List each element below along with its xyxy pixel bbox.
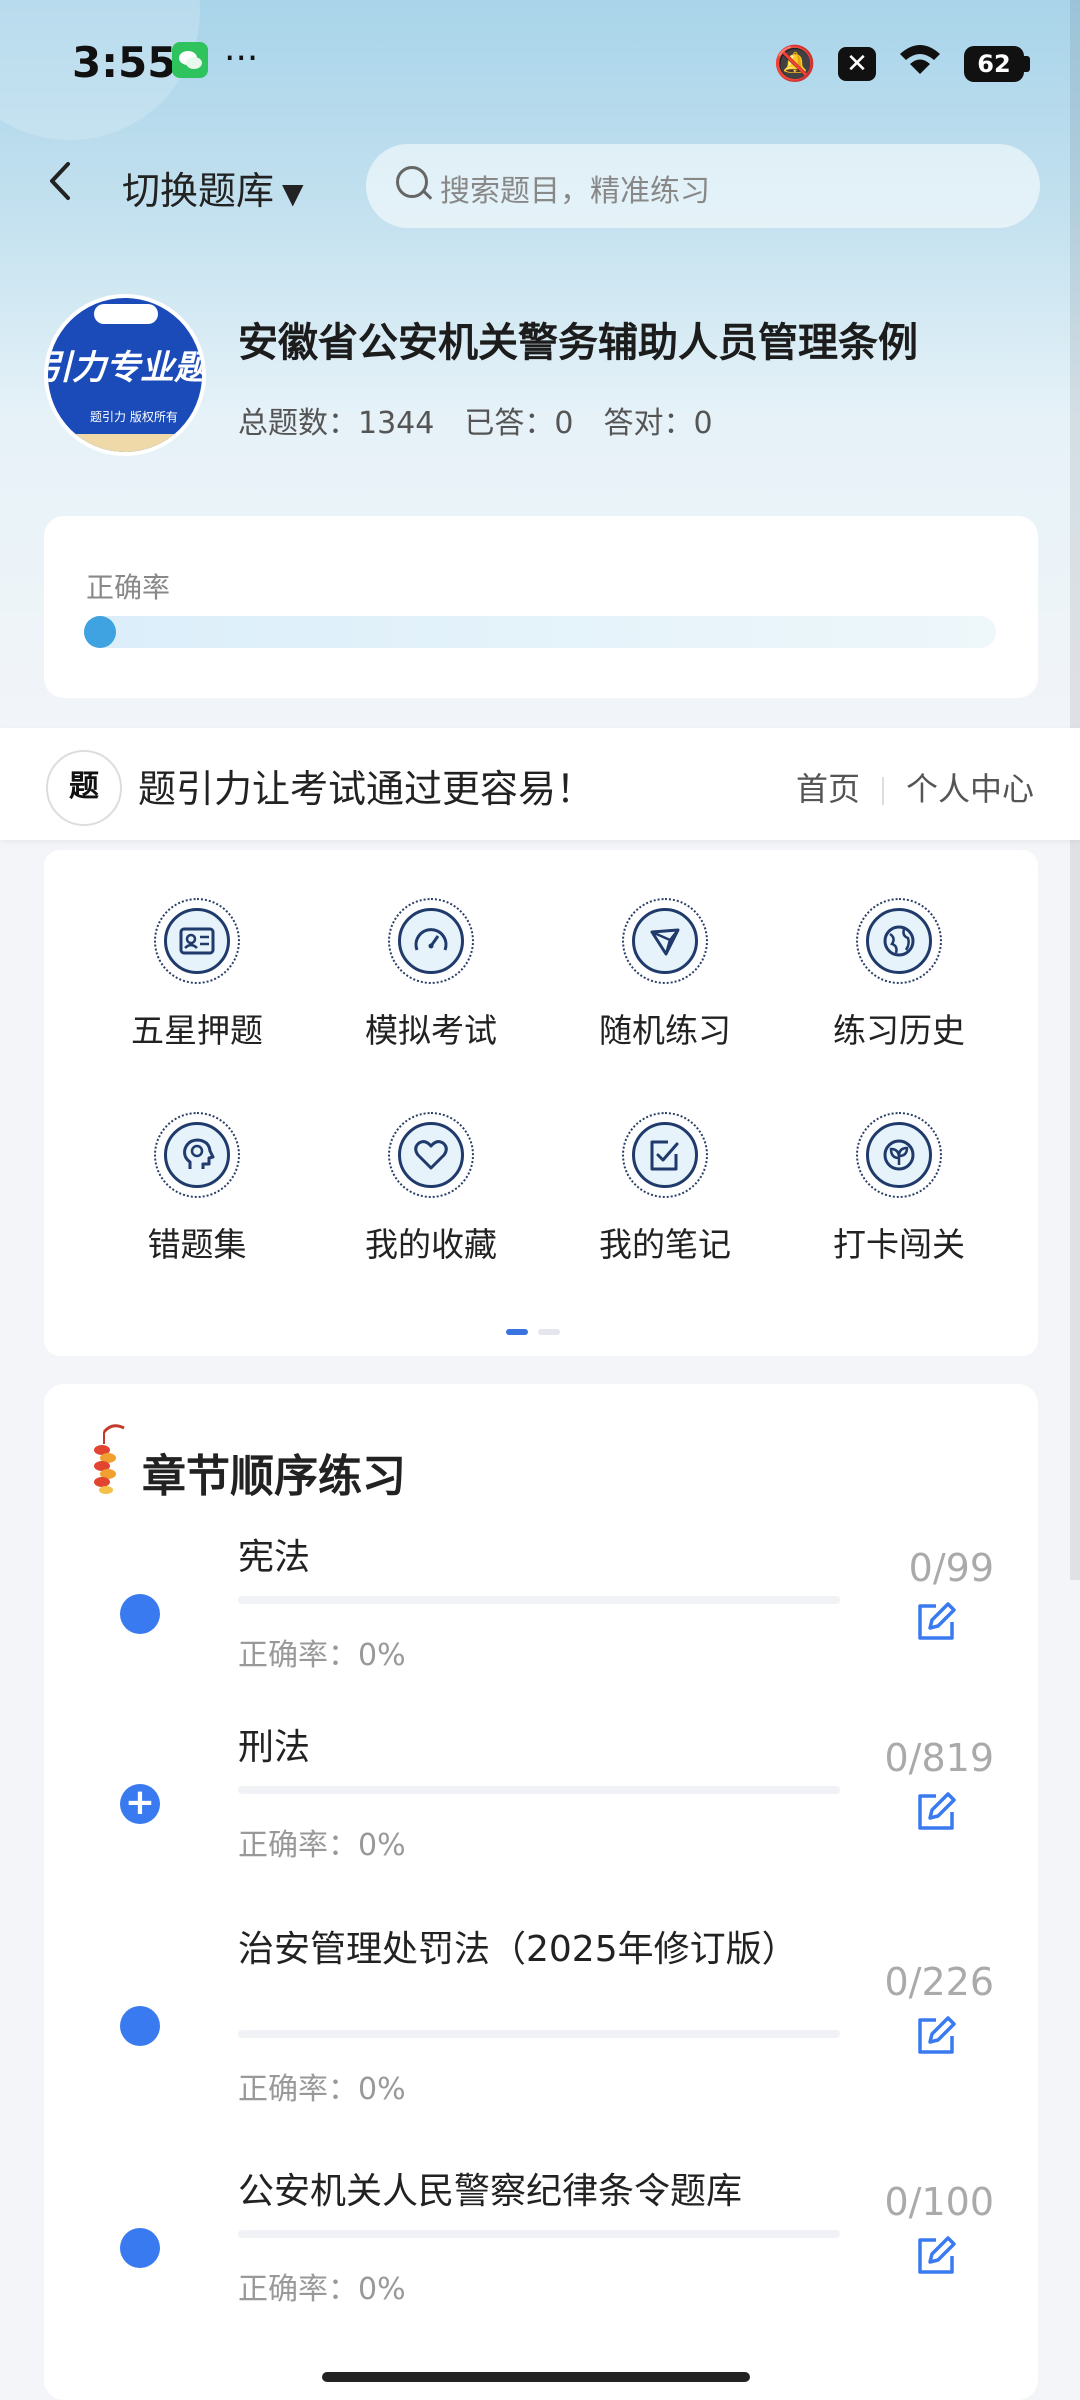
speedometer-icon: [388, 898, 474, 984]
wifi-icon: [898, 42, 942, 85]
globe-icon: [856, 898, 942, 984]
total-count: 总题数：1344: [238, 406, 435, 441]
grid-item-favorites[interactable]: 我的收藏: [314, 1112, 548, 1266]
edit-icon[interactable]: [914, 1790, 958, 1834]
grid-item-label: 五星押题: [131, 1011, 263, 1050]
search-icon: [396, 166, 428, 198]
answered-count: 已答：0: [464, 406, 574, 441]
grid-item-history[interactable]: 练习历史: [782, 898, 1016, 1052]
home-link[interactable]: 首页: [796, 770, 860, 808]
switch-bank-dropdown[interactable]: 切换题库 ▼: [122, 160, 304, 215]
accuracy-label: 正确率: [86, 571, 171, 604]
page-indicator: [506, 1320, 570, 1339]
mute-bell-icon: 🔕: [773, 43, 816, 84]
search-input[interactable]: 搜索题目，精准练习: [366, 144, 1040, 228]
grid-item-label: 错题集: [147, 1225, 247, 1264]
chapter-rate: 正确率：0%: [238, 1828, 406, 1863]
grid-item-label: 我的收藏: [365, 1225, 497, 1264]
brand-slogan: 题引力让考试通过更容易！: [138, 767, 595, 811]
edit-icon[interactable]: [914, 2234, 958, 2278]
feature-grid: 五星押题 模拟考试 随机练习 练习历史 错题集 我的收藏 我的笔记 打卡闯关: [44, 850, 1038, 1356]
chapter-count: 0/819: [884, 1736, 994, 1780]
search-placeholder: 搜索题目，精准练习: [440, 174, 710, 209]
head-brain-icon: [154, 1112, 240, 1198]
back-arrow-icon[interactable]: [44, 156, 84, 216]
grid-item-label: 模拟考试: [365, 1011, 497, 1050]
chapter-rate: 正确率：0%: [238, 2072, 406, 2107]
page-dot-active: [506, 1329, 528, 1335]
correct-count: 答对：0: [603, 406, 713, 441]
grid-item-label: 我的笔记: [599, 1225, 731, 1264]
chapter-count: 0/100: [884, 2180, 994, 2224]
chapter-rate: 正确率：0%: [238, 2272, 406, 2307]
divider: [881, 777, 884, 805]
heart-icon: [388, 1112, 474, 1198]
chapter-rate: 正确率：0%: [238, 1638, 406, 1673]
grid-item-label: 随机练习: [599, 1011, 731, 1050]
chapter-progress-bar: [238, 1596, 840, 1604]
chapter-item[interactable]: 宪法 正确率：0% 0/99: [44, 1534, 1038, 1694]
switch-bank-label: 切换题库: [122, 169, 275, 213]
status-bar: 3:55 ··· 🔕 ✕ 62: [0, 28, 1080, 98]
chapter-count: 0/226: [884, 1960, 994, 2004]
grid-item-wrong-set[interactable]: 错题集: [80, 1112, 314, 1266]
grid-item-random-practice[interactable]: 随机练习: [548, 898, 782, 1052]
chapter-name: 刑法: [238, 1727, 311, 1768]
bank-title: 安徽省公安机关警务辅助人员管理条例: [238, 320, 918, 366]
edit-icon[interactable]: [914, 1600, 958, 1644]
close-box-icon: ✕: [838, 46, 876, 81]
chapter-count: 0/99: [908, 1546, 994, 1590]
logo-small-text: 题引力 版权所有: [90, 410, 178, 424]
more-notifications-icon: ···: [224, 38, 259, 79]
status-icons: 🔕 ✕ 62: [773, 42, 1030, 85]
random-network-icon: [622, 898, 708, 984]
id-card-icon: [154, 898, 240, 984]
chapter-progress-bar: [238, 2030, 840, 2038]
logo-big-text: 引力专业题: [48, 348, 202, 388]
grid-item-notes[interactable]: 我的笔记: [548, 1112, 782, 1266]
home-indicator[interactable]: [322, 2372, 750, 2382]
brand-logo: 题: [46, 750, 122, 826]
grid-item-label: 练习历史: [833, 1011, 965, 1050]
chapter-practice-card: 章节顺序练习 宪法 正确率：0% 0/99 + 刑法 正确率：0% 0/819 …: [44, 1384, 1038, 2400]
status-time: 3:55: [72, 38, 177, 87]
wechat-icon: [172, 42, 208, 78]
leaf-badge-icon: [856, 1112, 942, 1198]
bank-header: 引力专业题 题引力 版权所有 安徽省公安机关警务辅助人员管理条例 总题数：134…: [0, 290, 1080, 460]
top-nav: 切换题库 ▼ 搜索题目，精准练习: [0, 142, 1080, 230]
page-dot: [538, 1329, 560, 1335]
chapter-item[interactable]: 治安管理处罚法（2025年修订版） 正确率：0% 0/226: [44, 1926, 1038, 2126]
bank-stats: 总题数：1344 已答：0 答对：0: [238, 398, 743, 442]
expand-plus-icon[interactable]: +: [120, 1784, 160, 1824]
brand-bar: 题 题引力让考试通过更容易！ 首页 个人中心: [0, 728, 1080, 840]
edit-icon[interactable]: [914, 2014, 958, 2058]
brand-links: 首页 个人中心: [796, 764, 1034, 810]
grid-item-five-star[interactable]: 五星押题: [80, 898, 314, 1052]
note-check-icon: [622, 1112, 708, 1198]
chapter-item[interactable]: + 刑法 正确率：0% 0/819: [44, 1724, 1038, 1884]
bank-logo: 引力专业题 题引力 版权所有: [44, 294, 206, 456]
chapter-item[interactable]: 公安机关人民警察纪律条令题库 正确率：0% 0/100: [44, 2168, 1038, 2328]
chapter-bullet: [120, 1594, 160, 1634]
grid-item-checkin[interactable]: 打卡闯关: [782, 1112, 1016, 1266]
grid-item-mock-exam[interactable]: 模拟考试: [314, 898, 548, 1052]
chapter-section-title: 章节顺序练习: [142, 1451, 406, 1502]
chapter-bullet: [120, 2006, 160, 2046]
accuracy-progress-knob: [84, 616, 116, 648]
chapter-name: 公安机关人民警察纪律条令题库: [238, 2171, 743, 2212]
accuracy-progress-bar: [84, 616, 996, 648]
accuracy-card: 正确率: [44, 516, 1038, 698]
grid-item-label: 打卡闯关: [833, 1225, 965, 1264]
battery-icon: 62: [964, 45, 1030, 82]
chapter-progress-bar: [238, 1786, 840, 1794]
firecracker-icon: [94, 1424, 125, 1494]
chapter-name: 治安管理处罚法（2025年修订版）: [238, 1929, 798, 1970]
chapter-progress-bar: [238, 2230, 840, 2238]
profile-link[interactable]: 个人中心: [906, 770, 1034, 808]
chapter-bullet: [120, 2228, 160, 2268]
caret-down-icon: ▼: [282, 177, 304, 210]
chapter-name: 宪法: [238, 1537, 311, 1578]
